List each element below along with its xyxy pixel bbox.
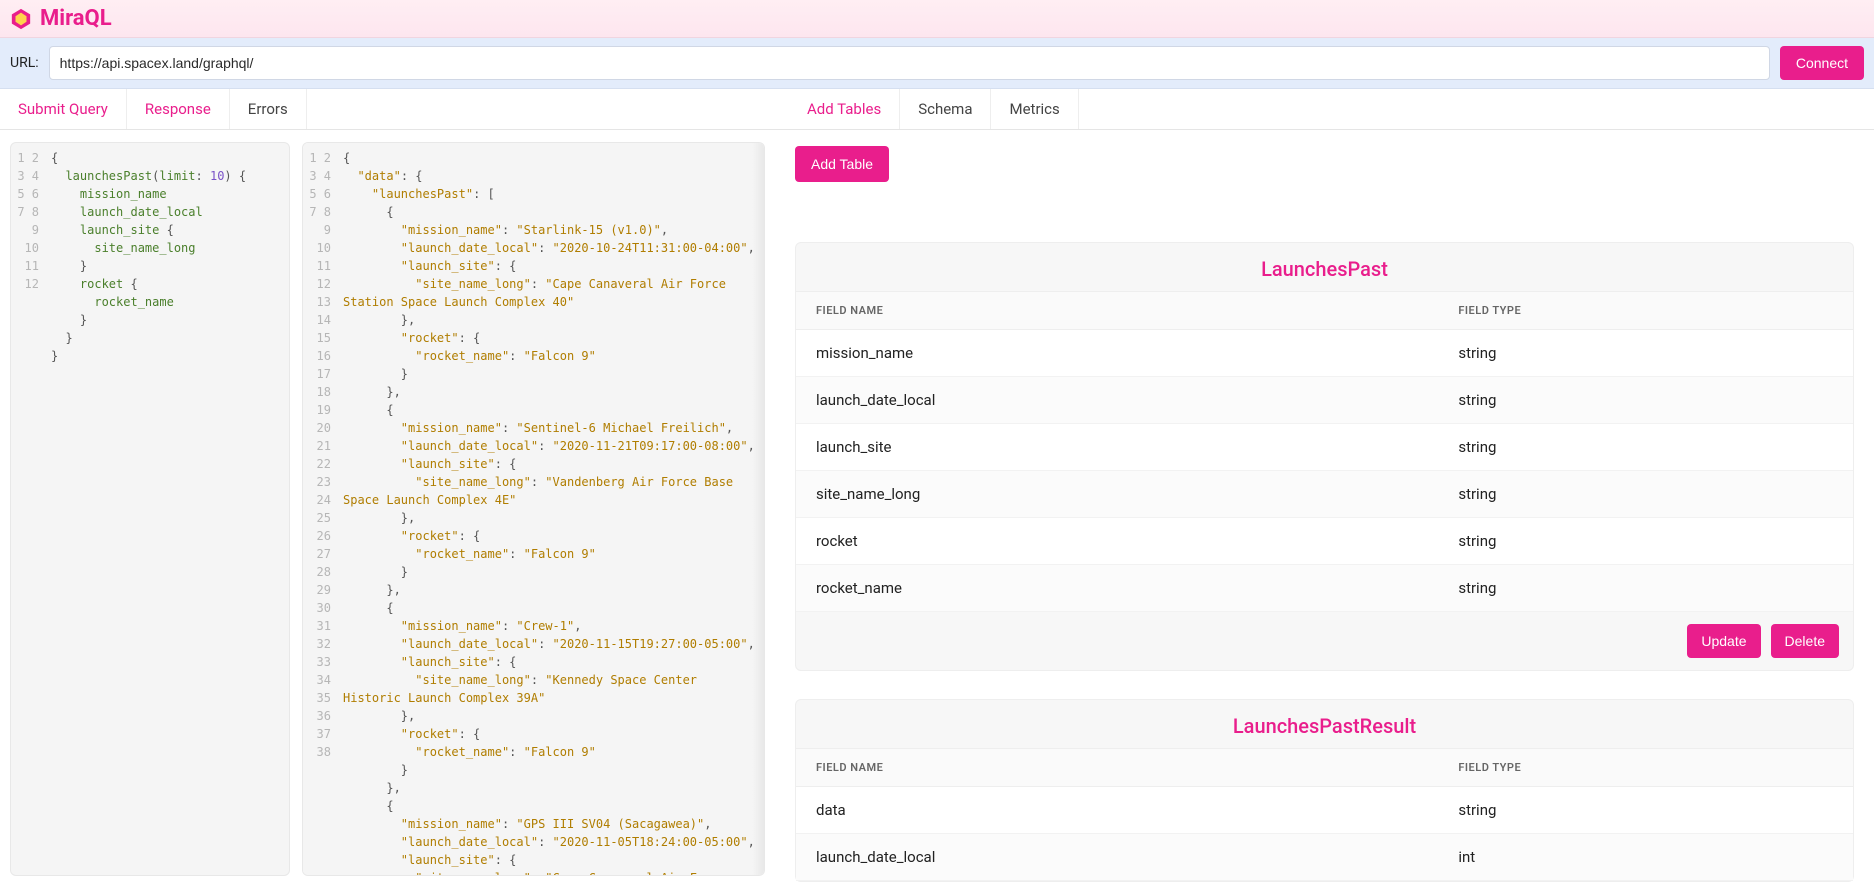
table-row[interactable]: launch_sitestring: [796, 424, 1853, 471]
tab-errors[interactable]: Errors: [230, 89, 307, 129]
app-header: MiraQL: [0, 0, 1874, 38]
table-row[interactable]: mission_namestring: [796, 330, 1853, 377]
schema-card-title: LaunchesPast: [796, 243, 1853, 291]
url-bar: URL: Connect: [0, 38, 1874, 89]
query-editor[interactable]: 1 2 3 4 5 6 7 8 9 10 11 12 { launchesPas…: [10, 142, 290, 876]
cell-field-name: data: [796, 787, 1438, 834]
cell-field-name: mission_name: [796, 330, 1438, 377]
col-field-name: FIELD NAME: [796, 749, 1438, 787]
table-row[interactable]: launch_date_localint: [796, 834, 1853, 881]
col-field-type: FIELD TYPE: [1438, 749, 1853, 787]
table-row[interactable]: datastring: [796, 787, 1853, 834]
tab-response[interactable]: Response: [127, 89, 230, 129]
app-title: MiraQL: [40, 6, 112, 31]
tabs-row: Submit Query Response Errors Add Tables …: [0, 89, 1874, 130]
url-label: URL:: [10, 55, 39, 71]
delete-button[interactable]: Delete: [1771, 624, 1839, 658]
add-table-button[interactable]: Add Table: [795, 146, 889, 182]
table-row[interactable]: rocket_namestring: [796, 565, 1853, 612]
cell-field-name: rocket: [796, 518, 1438, 565]
cell-field-name: launch_date_local: [796, 834, 1438, 881]
tab-metrics[interactable]: Metrics: [991, 89, 1078, 129]
update-button[interactable]: Update: [1687, 624, 1760, 658]
cell-field-name: launch_date_local: [796, 377, 1438, 424]
card-actions: Update Delete: [796, 612, 1853, 670]
cell-field-type: string: [1438, 377, 1853, 424]
cell-field-type: string: [1438, 565, 1853, 612]
col-field-name: FIELD NAME: [796, 292, 1438, 330]
cell-field-type: string: [1438, 330, 1853, 377]
main-area: 1 2 3 4 5 6 7 8 9 10 11 12 { launchesPas…: [0, 130, 1874, 888]
cell-field-name: site_name_long: [796, 471, 1438, 518]
schema-table: FIELD NAMEFIELD TYPEmission_namestringla…: [796, 291, 1853, 612]
right-panel: Add Table LaunchesPastFIELD NAMEFIELD TY…: [775, 130, 1874, 888]
tab-submit-query[interactable]: Submit Query: [0, 89, 127, 129]
cell-field-type: string: [1438, 787, 1853, 834]
schema-card: LaunchesPastFIELD NAMEFIELD TYPEmission_…: [795, 242, 1854, 671]
cell-field-type: string: [1438, 471, 1853, 518]
schema-table: FIELD NAMEFIELD TYPEdatastringlaunch_dat…: [796, 748, 1853, 881]
cell-field-type: string: [1438, 424, 1853, 471]
cell-field-name: launch_site: [796, 424, 1438, 471]
table-row[interactable]: rocketstring: [796, 518, 1853, 565]
cell-field-type: int: [1438, 834, 1853, 881]
scrollbar[interactable]: [752, 143, 764, 875]
cell-field-name: rocket_name: [796, 565, 1438, 612]
url-input[interactable]: [49, 46, 1770, 80]
col-field-type: FIELD TYPE: [1438, 292, 1853, 330]
cell-field-type: string: [1438, 518, 1853, 565]
tab-add-tables[interactable]: Add Tables: [789, 89, 900, 129]
left-panel: 1 2 3 4 5 6 7 8 9 10 11 12 { launchesPas…: [0, 130, 775, 888]
app-logo-icon: [10, 8, 32, 30]
table-row[interactable]: launch_date_localstring: [796, 377, 1853, 424]
schema-card: LaunchesPastResultFIELD NAMEFIELD TYPEda…: [795, 699, 1854, 882]
schema-card-title: LaunchesPastResult: [796, 700, 1853, 748]
tab-schema[interactable]: Schema: [900, 89, 991, 129]
response-viewer[interactable]: 1 2 3 4 5 6 7 8 9 10 11 12 13 14 15 16 1…: [302, 142, 765, 876]
table-row[interactable]: site_name_longstring: [796, 471, 1853, 518]
connect-button[interactable]: Connect: [1780, 46, 1864, 80]
